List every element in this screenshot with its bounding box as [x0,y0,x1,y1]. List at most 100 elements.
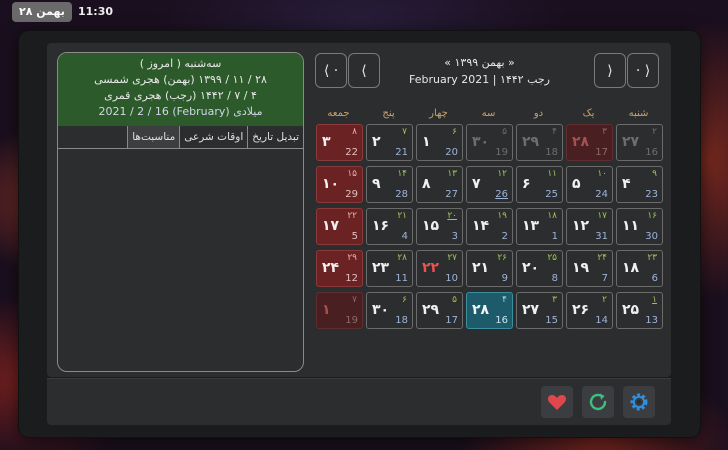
day-cell[interactable]: ۱۶ ۲۱ 4 [366,208,413,245]
weekday-label: پنج [382,108,395,119]
day-cell[interactable]: ۲۹ ۴ 18 [516,124,563,161]
day-cell-today[interactable]: ۲۸ ۴ 16 [466,292,513,329]
hijri-day-number: ۵ [452,295,457,305]
shamsi-day-number: ۴ [622,176,631,192]
day-cell[interactable]: ۱۰ ۱۵ 29 [316,166,363,203]
shamsi-day-number: ۱ [322,302,331,318]
day-cell[interactable]: ۲۱ ۲۶ 9 [466,250,513,287]
shamsi-day-number: ۲۵ [622,302,640,318]
gregorian-day-number: 6 [651,273,658,284]
hijri-day-number: ۷ [352,295,357,305]
day-cell[interactable]: ۲۶ ۲ 14 [566,292,613,329]
gregorian-day-number: 17 [595,147,608,158]
hijri-day-number: ۱۰ [597,169,607,179]
day-cell[interactable]: ۳۰ ۵ 19 [466,124,513,161]
favorite-button[interactable] [541,386,573,418]
hijri-day-number: ۱۳ [447,169,457,179]
day-cell[interactable]: ۱۲ ۱۷ 31 [566,208,613,245]
day-cell[interactable]: ۱ ۶ 20 [416,124,463,161]
day-cell[interactable]: ۲ ۷ 21 [366,124,413,161]
prev-year-button[interactable]: ⟨ · [315,53,347,88]
day-cell[interactable]: ۱۹ ۲۴ 7 [566,250,613,287]
day-cell[interactable]: ۲۳ ۲۸ 11 [366,250,413,287]
date-pill[interactable]: ۲۸ بهمن [12,2,72,22]
shamsi-day-number: ۱۲ [572,218,590,234]
hijri-day-number: ۲۳ [647,253,657,263]
settings-button[interactable] [623,386,655,418]
shamsi-month-title: « بهمن ۱۳۹۹ » [444,56,515,69]
shamsi-day-number: ۱۳ [522,218,540,234]
day-cell[interactable]: ۶ ۱۱ 25 [516,166,563,203]
gregorian-day-number: 10 [445,273,458,284]
gregorian-day-number: 12 [345,273,358,284]
gregorian-day-number: 26 [495,189,508,200]
hijri-day-number: ۱۹ [497,211,507,221]
day-cell[interactable]: ۱۵ ۲۰ 3 [416,208,463,245]
next-year-button[interactable]: · ⟩ [627,53,659,88]
calendar-window: سه‌شنبه ( امروز ) ۲۸ / ۱۱ / ۱۳۹۹ (بهمن) … [19,31,700,437]
day-cell[interactable]: ۲۲ ۲۷ 10 [416,250,463,287]
day-cell[interactable]: ۳ ۸ 22 [316,124,363,161]
tab-date-convert[interactable]: تبدیل تاریخ [247,126,303,148]
day-cell[interactable]: ۴ ۹ 23 [616,166,663,203]
gregorian-day-number: 27 [445,189,458,200]
shamsi-day-number: ۲۷ [522,302,540,318]
day-cell[interactable]: ۱۳ ۱۸ 1 [516,208,563,245]
day-cell[interactable]: ۱۷ ۲۲ 5 [316,208,363,245]
day-cell[interactable]: ۱ ۷ 19 [316,292,363,329]
tab-prayer-times[interactable]: اوقات شرعی [179,126,248,148]
day-cell[interactable]: ۲۹ ۵ 17 [416,292,463,329]
day-cell[interactable]: ۱۱ ۱۶ 30 [616,208,663,245]
tab-occasions[interactable]: مناسبت‌ها [127,126,180,148]
gregorian-day-number: 28 [395,189,408,200]
shamsi-day-number: ۲۶ [572,302,590,318]
gregorian-day-number: 20 [445,147,458,158]
day-cell[interactable]: ۲۴ ۲۹ 12 [316,250,363,287]
shamsi-day-number: ۲۷ [622,134,640,150]
day-cell[interactable]: ۲۸ ۳ 17 [566,124,613,161]
footer-bar [47,379,671,425]
shamsi-day-number: ۲ [372,134,381,150]
hijri-day-number: ۲ [652,127,657,137]
gregorian-day-number: 11 [395,273,408,284]
day-cell[interactable]: ۳۰ ۶ 18 [366,292,413,329]
day-cell[interactable]: ۱۴ ۱۹ 2 [466,208,513,245]
hijri-day-number: ۸ [352,127,357,137]
day-cell[interactable]: ۲۰ ۲۵ 8 [516,250,563,287]
shamsi-day-number: ۲۰ [522,260,540,276]
next-month-button[interactable]: ⟩ [594,53,626,88]
gregorian-day-number: 13 [645,315,658,326]
weekday-label: جمعه [327,108,350,119]
day-cell[interactable]: ۲۵ ۱ 13 [616,292,663,329]
day-cell[interactable]: ۵ ۱۰ 24 [566,166,613,203]
shamsi-day-number: ۲۹ [522,134,540,150]
shamsi-day-number: ۳ [322,134,331,150]
day-cell[interactable]: ۹ ۱۴ 28 [366,166,413,203]
hijri-day-number: ۱۷ [597,211,607,221]
gregorian-day-number: 29 [345,189,358,200]
weekday-label: سه [481,108,496,119]
hijri-day-number: ۱۲ [497,169,507,179]
shamsi-day-number: ۲۸ [472,302,490,318]
shamsi-day-number: ۲۱ [472,260,490,276]
gregorian-date: میلادی (February) 2021 / 2 / 16 [98,105,263,118]
gregorian-day-number: 16 [495,315,508,326]
shamsi-day-number: ۱۹ [572,260,590,276]
day-cell[interactable]: ۱۸ ۲۳ 6 [616,250,663,287]
heart-icon [547,394,567,410]
hijri-day-number: ۴ [502,295,507,305]
weekday-label: یک [582,108,595,119]
day-cell[interactable]: ۸ ۱۳ 27 [416,166,463,203]
day-cell[interactable]: ۲۷ ۳ 15 [516,292,563,329]
refresh-button[interactable] [582,386,614,418]
day-cell[interactable]: ۷ ۱۲ 26 [466,166,513,203]
prev-month-button[interactable]: ⟨ [348,53,380,88]
shamsi-day-number: ۶ [522,176,531,192]
day-info-panel: سه‌شنبه ( امروز ) ۲۸ / ۱۱ / ۱۳۹۹ (بهمن) … [57,52,304,372]
shamsi-day-number: ۳۰ [472,134,490,150]
hijri-day-number: ۲۲ [347,211,357,221]
shamsi-day-number: ۲۹ [422,302,440,318]
gregorian-day-number: 19 [495,147,508,158]
shamsi-date: ۲۸ / ۱۱ / ۱۳۹۹ (بهمن) هجری شمسی [94,73,267,86]
day-cell[interactable]: ۲۷ ۲ 16 [616,124,663,161]
